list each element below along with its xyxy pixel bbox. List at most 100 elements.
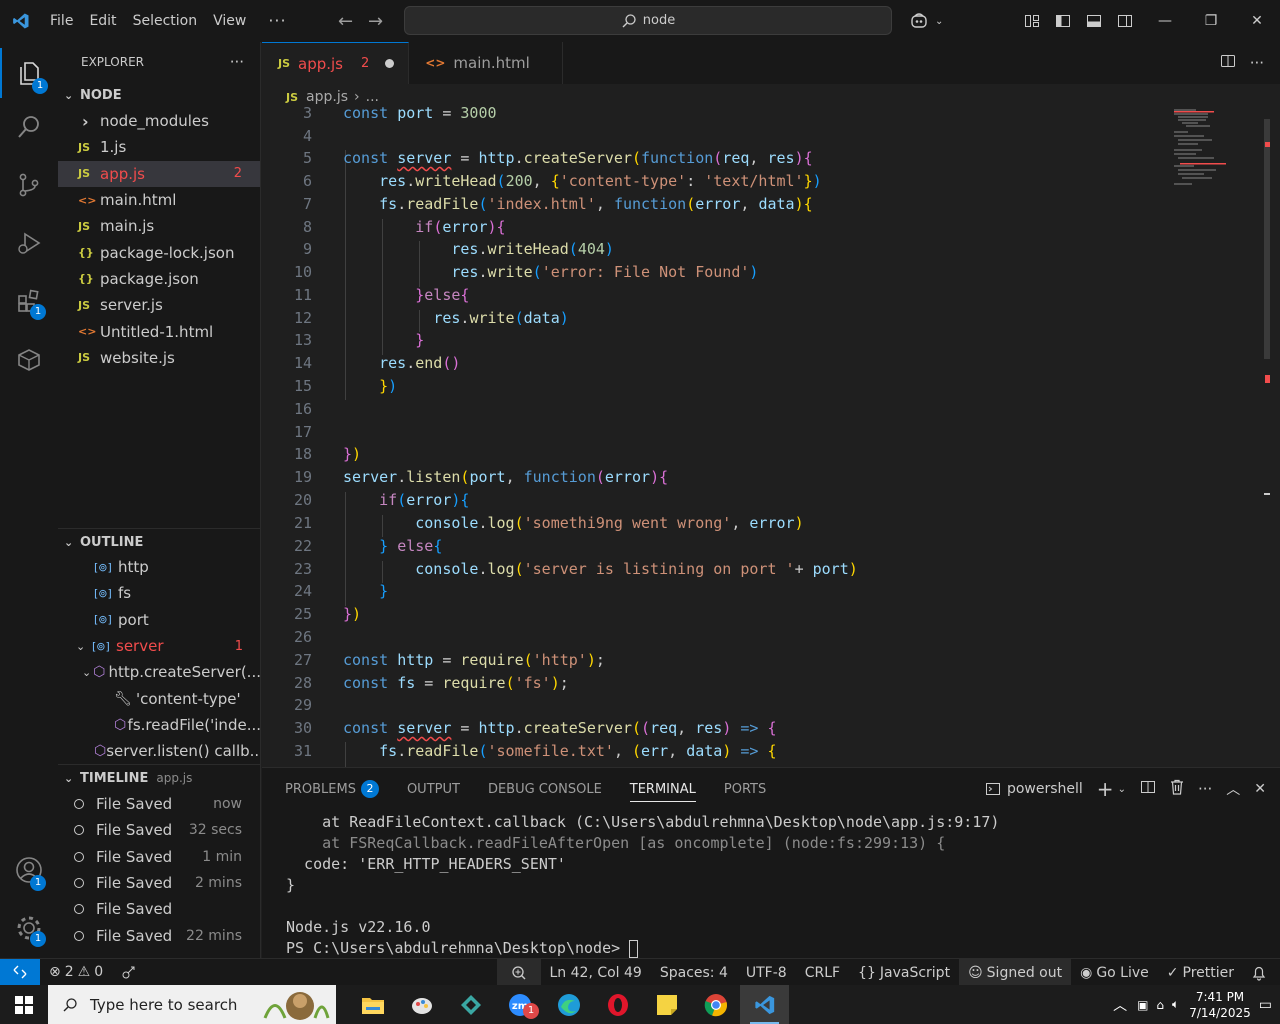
tab-main-html[interactable]: <> main.html [409, 42, 563, 84]
tab-app-js[interactable]: JS app.js 2 [262, 42, 410, 84]
toggle-panel-icon[interactable] [1078, 0, 1109, 42]
problems-status[interactable]: ⊗ 2 ⚠ 0 [40, 959, 112, 986]
back-arrow-icon[interactable]: ← [331, 11, 361, 32]
outline-item[interactable]: ⌄ [⊚] server 1 [58, 633, 260, 659]
zoom-icon[interactable] [496, 959, 541, 986]
app-diamond-icon[interactable] [446, 985, 495, 1024]
source-control-icon[interactable] [0, 160, 58, 210]
copilot-icon[interactable] [904, 0, 935, 42]
close-panel-icon[interactable]: ✕ [1254, 781, 1266, 797]
volume-icon[interactable]: 🔈︎ [1172, 997, 1179, 1012]
network-icon[interactable]: ⌂ [1156, 998, 1164, 1012]
language-mode[interactable]: {} JavaScript [849, 959, 959, 986]
more-actions-icon[interactable]: ··· [230, 53, 244, 71]
restore-button[interactable]: ❐ [1188, 0, 1234, 42]
file-item[interactable]: JS server.js [58, 292, 260, 318]
outline-item[interactable]: ⬡ fs.readFile('inde... [58, 712, 260, 738]
breadcrumb-file[interactable]: app.js [306, 89, 348, 105]
timeline-item[interactable]: File Saved now [58, 791, 260, 817]
file-item[interactable]: {} package.json [58, 266, 260, 292]
outline-item[interactable]: ⌄ ⬡ http.createServer(... [58, 659, 260, 685]
paint-app-icon[interactable] [397, 985, 446, 1024]
prettier-status[interactable]: ✓ Prettier [1158, 959, 1243, 986]
tab-terminal[interactable]: TERMINAL [629, 768, 697, 810]
terminal-selector[interactable]: powershell [985, 781, 1083, 797]
windows-start-icon[interactable] [0, 985, 48, 1024]
file-item[interactable]: <> main.html [58, 187, 260, 213]
customize-layout-icon[interactable] [1016, 0, 1047, 42]
outline-item[interactable]: 🔧︎'content-type' [58, 685, 260, 711]
more-actions-icon[interactable]: ··· [1250, 54, 1264, 72]
menu-more[interactable]: ··· [260, 0, 294, 42]
chevron-up-icon[interactable]: ︿ [1113, 995, 1127, 1015]
tab-output[interactable]: OUTPUT [407, 768, 460, 810]
file-item[interactable]: JS 1.js [58, 134, 260, 160]
timeline-header[interactable]: ⌄ TIMELINE app.js [58, 765, 260, 791]
remote-explorer-icon[interactable] [0, 334, 58, 384]
opera-browser-icon[interactable] [593, 985, 642, 1024]
chevron-down-icon[interactable]: ⌄ [1118, 784, 1126, 795]
tab-problems[interactable]: PROBLEMS 2 [285, 768, 379, 810]
minimap[interactable] [1170, 105, 1270, 767]
file-item[interactable]: JS website.js [58, 345, 260, 371]
split-editor-icon[interactable] [1220, 53, 1236, 73]
forward-arrow-icon[interactable]: → [361, 11, 391, 32]
run-debug-icon[interactable] [0, 218, 58, 268]
tab-debug-console[interactable]: DEBUG CONSOLE [488, 768, 602, 810]
menu-file[interactable]: File [42, 0, 81, 42]
outline-item[interactable]: ⬡ server.listen() callb... [58, 738, 260, 764]
menu-edit[interactable]: Edit [81, 0, 124, 42]
command-center-search[interactable]: node [404, 6, 892, 35]
ports-forward-icon[interactable] [112, 959, 146, 986]
menu-selection[interactable]: Selection [125, 0, 206, 42]
accounts-icon[interactable]: 1 [0, 845, 58, 895]
breadcrumb-symbol[interactable]: ... [366, 89, 379, 105]
folder-header[interactable]: ⌄ NODE [58, 82, 260, 108]
chevron-down-icon[interactable]: ⌄ [935, 16, 943, 27]
cursor-position[interactable]: Ln 42, Col 49 [541, 959, 651, 986]
copilot-status[interactable]: ☺ Signed out [959, 959, 1072, 986]
vscode-taskbar-icon[interactable] [740, 985, 789, 1024]
clock[interactable]: 7:41 PM 7/14/2025 [1189, 989, 1251, 1021]
edge-browser-icon[interactable] [544, 985, 593, 1024]
file-item[interactable]: › node_modules [58, 108, 260, 134]
timeline-item[interactable]: File Saved 22 mins [58, 922, 260, 948]
indentation[interactable]: Spaces: 4 [651, 959, 737, 986]
close-window-button[interactable]: ✕ [1234, 0, 1280, 42]
file-explorer-icon[interactable] [348, 985, 397, 1024]
toggle-primary-sidebar-icon[interactable] [1047, 0, 1078, 42]
toggle-secondary-sidebar-icon[interactable] [1109, 0, 1140, 42]
sticky-notes-icon[interactable] [642, 985, 691, 1024]
notifications-bell-icon[interactable] [1243, 959, 1280, 986]
meet-now-icon[interactable]: ▣ [1137, 998, 1148, 1012]
maximize-panel-icon[interactable]: ︿ [1226, 779, 1240, 799]
outline-item[interactable]: [⊚] port [58, 607, 260, 633]
outline-item[interactable]: [⊚] fs [58, 580, 260, 606]
copilot-menu[interactable]: ⌄ [904, 0, 943, 42]
tab-ports[interactable]: PORTS [724, 768, 766, 810]
outline-item[interactable]: [⊚] http [58, 554, 260, 580]
timeline-item[interactable]: File Saved 1 min [58, 844, 260, 870]
notification-center-icon[interactable]: ▭ [1259, 997, 1272, 1013]
split-terminal-icon[interactable] [1140, 779, 1156, 799]
taskbar-search-input[interactable]: Type here to search [48, 985, 336, 1024]
new-terminal-icon[interactable]: + [1097, 777, 1114, 801]
zoom-app-icon[interactable]: zm 1 [495, 985, 544, 1024]
file-item[interactable]: {} package-lock.json [58, 239, 260, 265]
code-editor[interactable]: 3 const port = 3000 4 5 const server = htt… [262, 105, 1172, 767]
end-of-line[interactable]: CRLF [796, 959, 849, 986]
trash-icon[interactable] [1170, 779, 1184, 799]
menu-view[interactable]: View [205, 0, 254, 42]
go-live-button[interactable]: ◉ Go Live [1071, 959, 1158, 986]
search-icon[interactable] [0, 102, 58, 152]
encoding[interactable]: UTF-8 [737, 959, 796, 986]
remote-indicator-icon[interactable] [0, 958, 40, 986]
file-item[interactable]: JS main.js [58, 213, 260, 239]
explorer-icon[interactable]: 1 [0, 48, 58, 98]
chrome-browser-icon[interactable] [691, 985, 740, 1024]
unsaved-dot-icon[interactable] [385, 59, 395, 68]
file-item[interactable]: <> Untitled-1.html [58, 318, 260, 344]
timeline-item[interactable]: File Saved 32 secs [58, 817, 260, 843]
terminal-output[interactable]: at ReadFileContext.callback (C:\Users\ab… [286, 812, 999, 959]
timeline-item[interactable]: File Saved [58, 896, 260, 922]
